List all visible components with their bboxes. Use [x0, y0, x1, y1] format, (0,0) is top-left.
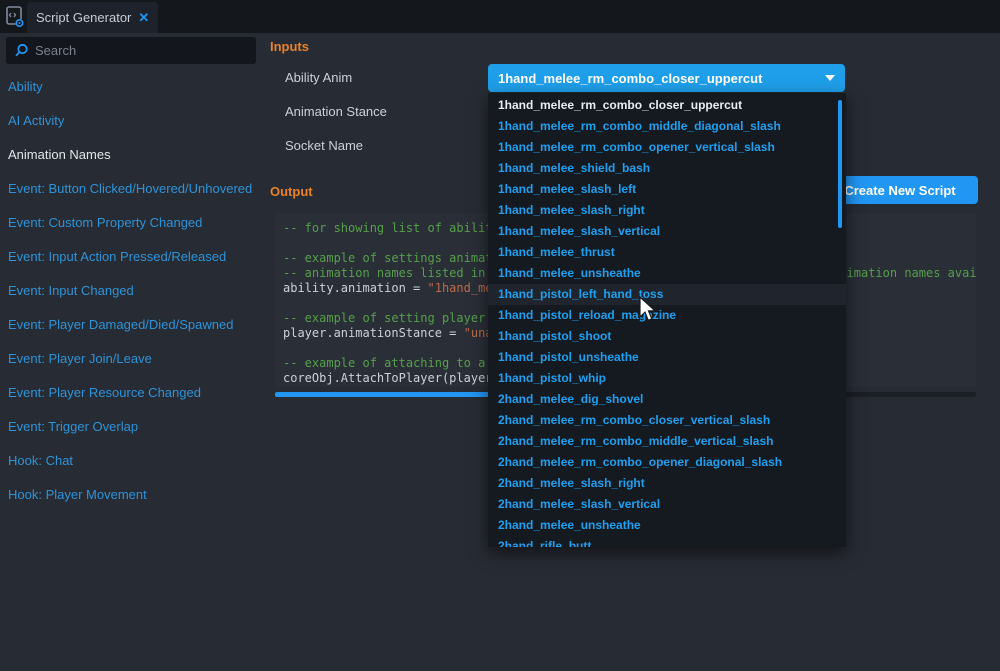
dropdown-option[interactable]: 2hand_melee_slash_vertical [488, 494, 846, 515]
inputs-header: Inputs [270, 39, 309, 54]
close-icon[interactable]: ✕ [138, 10, 149, 26]
chevron-down-icon [825, 75, 835, 81]
tab-title: Script Generator [36, 10, 131, 25]
sidebar-nav: AbilityAI ActivityAnimation NamesEvent: … [0, 69, 260, 511]
dropdown-option[interactable]: 1hand_pistol_reload_magazine [488, 305, 846, 326]
tab-script-generator[interactable]: Script Generator ✕ [27, 2, 158, 33]
dropdown-option[interactable]: 2hand_melee_rm_combo_middle_vertical_sla… [488, 431, 846, 452]
dropdown-option[interactable]: 2hand_melee_unsheathe [488, 515, 846, 536]
script-generator-icon [5, 5, 27, 29]
dropdown-vertical-scrollbar-thumb[interactable] [838, 100, 842, 228]
sidebar-item[interactable]: Event: Trigger Overlap [0, 409, 260, 443]
dropdown-option[interactable]: 2hand_rifle_butt [488, 536, 846, 547]
tab-bar: Script Generator ✕ [0, 0, 1000, 33]
sidebar-item[interactable]: Hook: Player Movement [0, 477, 260, 511]
sidebar-item[interactable]: Event: Player Join/Leave [0, 341, 260, 375]
dropdown-option[interactable]: 1hand_melee_rm_combo_opener_vertical_sla… [488, 137, 846, 158]
dropdown-option[interactable]: 1hand_pistol_unsheathe [488, 347, 846, 368]
sidebar-item[interactable]: Event: Input Changed [0, 273, 260, 307]
dropdown-option[interactable]: 2hand_melee_rm_combo_opener_diagonal_sla… [488, 452, 846, 473]
dropdown-option[interactable]: 1hand_melee_shield_bash [488, 158, 846, 179]
sidebar-item[interactable]: Animation Names [0, 137, 260, 171]
field-label: Animation Stance [285, 105, 387, 119]
dropdown-option[interactable]: 1hand_melee_rm_combo_closer_uppercut [488, 95, 846, 116]
search-input[interactable] [35, 43, 256, 58]
dropdown-option[interactable]: 1hand_melee_thrust [488, 242, 846, 263]
dropdown-option[interactable]: 1hand_melee_slash_left [488, 179, 846, 200]
dropdown-option[interactable]: 1hand_pistol_left_hand_toss [488, 284, 846, 305]
dropdown-option[interactable]: 1hand_melee_slash_right [488, 200, 846, 221]
dropdown-option[interactable]: 1hand_melee_rm_combo_middle_diagonal_sla… [488, 116, 846, 137]
sidebar-item[interactable]: Hook: Chat [0, 443, 260, 477]
sidebar-item[interactable]: Ability [0, 69, 260, 103]
dropdown-option[interactable]: 2hand_melee_rm_combo_closer_vertical_sla… [488, 410, 846, 431]
sidebar-item[interactable]: Event: Custom Property Changed [0, 205, 260, 239]
dropdown-option[interactable]: 2hand_melee_dig_shovel [488, 389, 846, 410]
dropdown-option[interactable]: 1hand_melee_unsheathe [488, 263, 846, 284]
sidebar-item[interactable]: Event: Input Action Pressed/Released [0, 239, 260, 273]
dropdown-selected-value: 1hand_melee_rm_combo_closer_uppercut [498, 71, 825, 86]
output-header: Output [270, 184, 313, 199]
sidebar-item[interactable]: Event: Player Damaged/Died/Spawned [0, 307, 260, 341]
sidebar-item[interactable]: AI Activity [0, 103, 260, 137]
field-label: Socket Name [285, 139, 363, 153]
script-generator-window: Script Generator ✕ AbilityAI ActivityAni… [0, 0, 1000, 671]
dropdown-option[interactable]: 2hand_melee_slash_right [488, 473, 846, 494]
dropdown-panel: 1hand_melee_rm_combo_closer_uppercut1han… [488, 93, 846, 547]
search-box[interactable] [6, 37, 256, 64]
ability-anim-dropdown[interactable]: 1hand_melee_rm_combo_closer_uppercut [488, 64, 845, 92]
dropdown-option[interactable]: 1hand_pistol_whip [488, 368, 846, 389]
sidebar-item[interactable]: Event: Player Resource Changed [0, 375, 260, 409]
search-icon [14, 43, 29, 58]
dropdown-option[interactable]: 1hand_pistol_shoot [488, 326, 846, 347]
sidebar-item[interactable]: Event: Button Clicked/Hovered/Unhovered [0, 171, 260, 205]
dropdown-option[interactable]: 1hand_melee_slash_vertical [488, 221, 846, 242]
field-label: Ability Anim [285, 71, 352, 85]
